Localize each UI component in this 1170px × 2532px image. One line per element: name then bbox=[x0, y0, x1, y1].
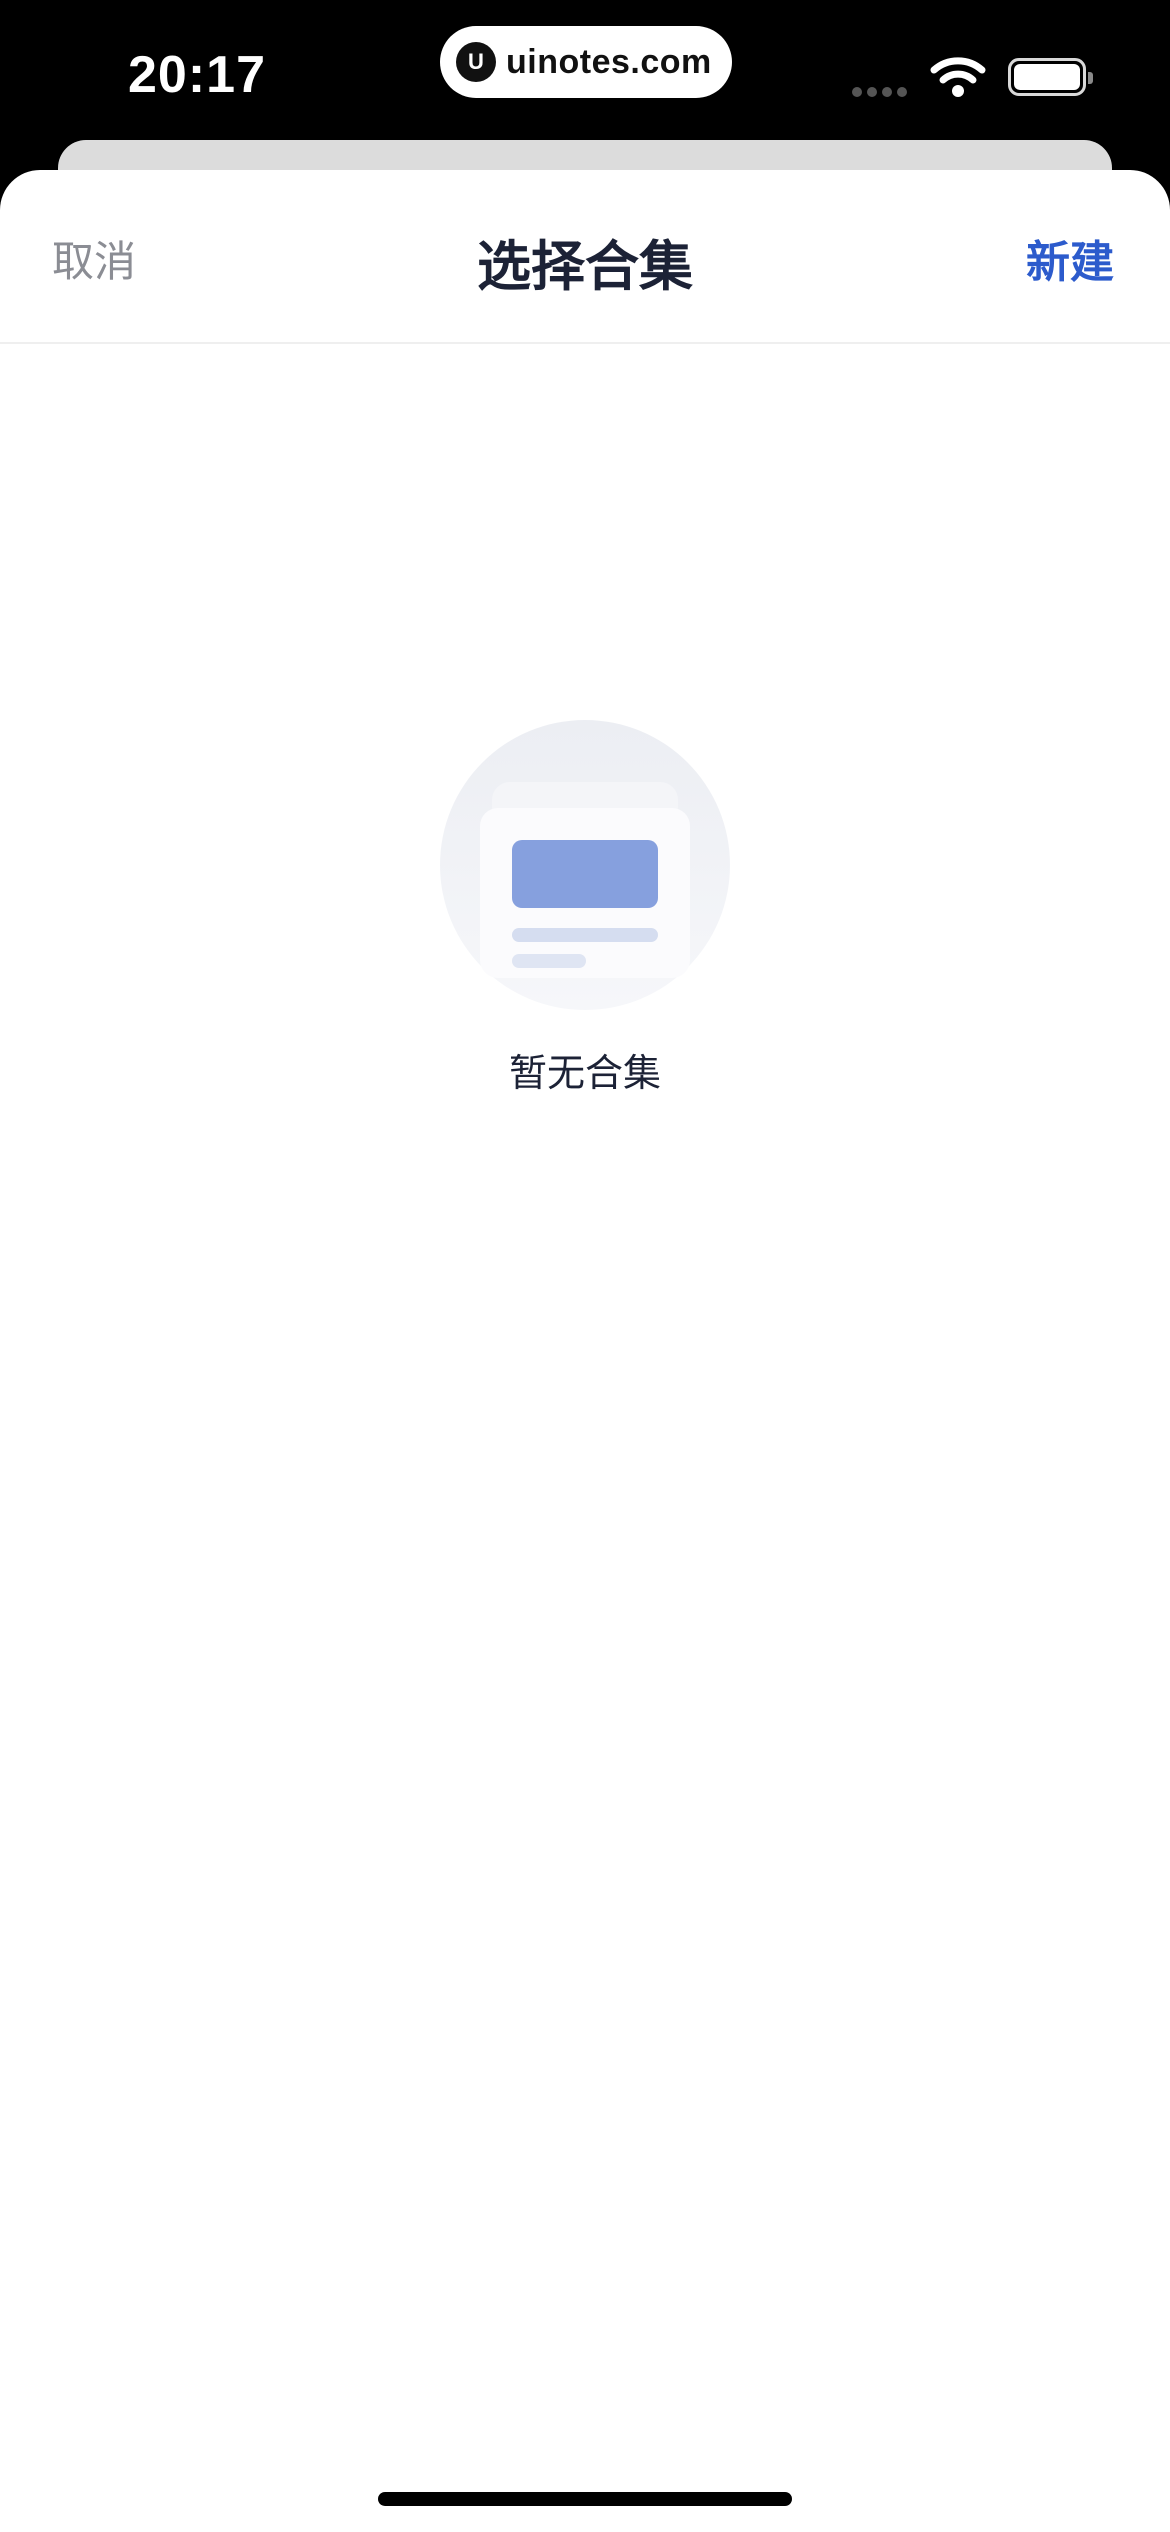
wifi-icon bbox=[930, 56, 986, 103]
new-collection-button[interactable]: 新建 bbox=[1026, 226, 1114, 290]
select-collection-sheet: 取消 选择合集 新建 暂无合集 bbox=[0, 170, 1170, 2532]
page-title: 选择合集 bbox=[477, 237, 693, 297]
cellular-signal-icon bbox=[852, 84, 912, 102]
battery-icon bbox=[1008, 58, 1093, 96]
nav-bar: 取消 选择合集 新建 bbox=[0, 170, 1170, 344]
home-indicator bbox=[378, 2492, 792, 2506]
watermark-pill: U uinotes.com bbox=[440, 26, 732, 98]
status-time: 20:17 bbox=[128, 46, 266, 104]
status-bar: 20:17 U uinotes.com bbox=[0, 0, 1170, 150]
empty-collection-icon bbox=[440, 720, 730, 1010]
watermark-url: uinotes.com bbox=[506, 42, 712, 81]
watermark-logo-icon: U bbox=[456, 42, 496, 82]
empty-state-message: 暂无合集 bbox=[508, 1053, 661, 1095]
